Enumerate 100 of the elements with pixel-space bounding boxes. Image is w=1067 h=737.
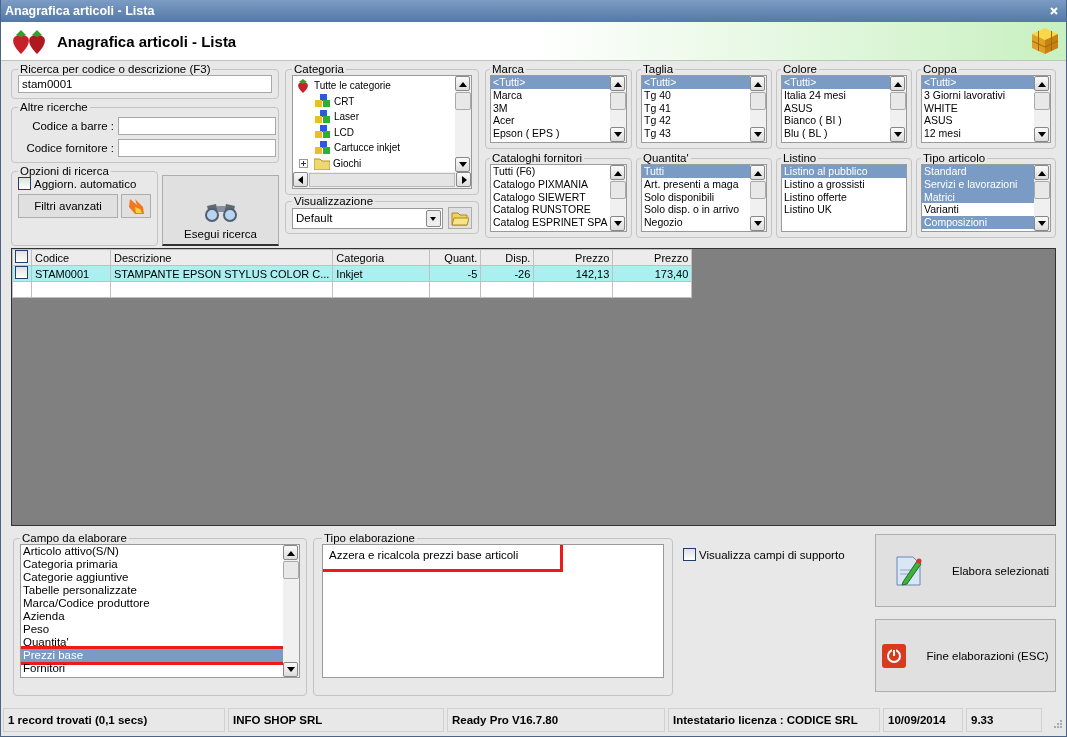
list-item[interactable]: Quantita' [21,636,283,649]
scroll-up-button[interactable] [750,76,765,91]
expand-toggle[interactable] [299,158,308,168]
scrollbar-thumb[interactable] [890,92,906,110]
scrollbar[interactable] [1034,76,1050,142]
scrollbar[interactable] [283,545,299,677]
scroll-up-button[interactable] [750,165,765,180]
column-header[interactable]: Prezzo [533,249,613,266]
list-item[interactable]: Varianti [922,203,1034,217]
list-box[interactable]: Tutti (F6) Catalogo PIXMANIA Catalogo SIEWERT Catalog RUNSTORE Catalog ESPRINET SPA [490,164,627,232]
tree-item[interactable]: Giochi [333,157,362,169]
scrollbar[interactable] [750,165,766,231]
list-item[interactable]: Art. presenti a maga [642,177,750,191]
list-item[interactable]: Tg 41 [642,101,750,115]
list-item[interactable]: Catalogo PIXMANIA [491,177,610,191]
list-box[interactable]: <Tutti> 3 Giorni lavorativi WHITE ASUS 12 mesi [921,75,1051,143]
scroll-down-button[interactable] [750,216,765,231]
list-box[interactable]: <Tutti> Marca 3M Acer Epson ( EPS ) [490,75,627,143]
list-item[interactable]: 3M [491,101,610,115]
scroll-down-button[interactable] [750,127,765,142]
scroll-down-button[interactable] [455,157,470,172]
view-dropdown[interactable]: Default [292,207,443,229]
search-button[interactable]: Esegui ricerca [162,175,279,246]
list-box[interactable]: Articolo attivo(S/N) Categoria primaria Categorie aggiuntive Tabelle personalizzate Marca/Codice produttore Azienda Peso Quantita' Prezzi base Fornitori [20,544,300,678]
list-item[interactable]: Epson ( EPS ) [491,127,610,140]
tree-item[interactable]: Tutte le categorie [314,80,391,92]
tree-item[interactable]: LCD [334,126,354,138]
scroll-up-button[interactable] [610,76,625,91]
list-item[interactable]: Catalog RUNSTORE [491,203,610,217]
list-item[interactable]: Listino UK [782,203,906,217]
exit-button[interactable]: Fine elaborazioni (ESC) [875,619,1056,692]
list-item[interactable]: Azienda [21,610,283,623]
scrollbar-thumb[interactable] [455,92,471,110]
list-item[interactable]: 3 Giorni lavorativi [922,88,1034,102]
scroll-up-button[interactable] [890,76,905,91]
scrollbar[interactable] [1034,165,1050,231]
scrollbar-thumb[interactable] [750,181,766,199]
list-item[interactable]: Italia 24 mesi [782,88,890,102]
scroll-up-button[interactable] [1034,165,1049,180]
list-item[interactable]: ASUS [922,114,1034,128]
list-item[interactable]: Solo disponibili [642,190,750,204]
scroll-down-button[interactable] [1034,216,1049,231]
column-header[interactable]: Categoria [332,249,430,266]
column-header[interactable]: Disp. [480,249,534,266]
list-item[interactable]: Blu ( BL ) [782,127,890,140]
list-item[interactable]: Tabelle personalizzate [21,584,283,597]
list-item[interactable]: 12 mesi [922,127,1034,140]
column-header[interactable]: Descrizione [110,249,333,266]
tree-item[interactable]: Laser [334,111,359,123]
list-box[interactable]: <Tutti> Italia 24 mesi ASUS Bianco ( BI ) Blu ( BL ) [781,75,907,143]
list-box[interactable]: Azzera e ricalcola prezzi base articoli [322,544,664,678]
tree-item[interactable]: Cartucce inkjet [334,142,401,154]
scrollbar[interactable] [890,76,906,142]
list-item[interactable]: Catalog ESPRINET SPA [491,216,610,229]
list-item[interactable]: Acer [491,114,610,128]
list-item[interactable]: Categoria primaria [21,558,283,571]
scrollbar[interactable] [455,76,471,172]
scrollbar[interactable] [610,165,626,231]
list-item[interactable]: Fornitori [21,662,283,675]
list-box[interactable]: Listino al pubblico Listino a grossisti Listino offerte Listino UK [781,164,907,232]
advanced-filters-button[interactable]: Filtri avanzati [18,194,118,218]
checkbox[interactable] [683,548,696,561]
search-field[interactable]: stam0001 [18,75,272,93]
scrollbar-thumb[interactable] [309,173,455,187]
scroll-up-button[interactable] [455,76,470,91]
list-item[interactable]: Listino offerte [782,190,906,204]
scrollbar-thumb[interactable] [283,561,299,579]
scroll-down-button[interactable] [610,127,625,142]
list-item[interactable]: Categorie aggiuntive [21,571,283,584]
scroll-up-button[interactable] [283,545,298,560]
scrollbar-thumb[interactable] [610,181,626,199]
list-box[interactable]: Tutti Art. presenti a maga Solo disponibili Solo disp. o in arrivo Negozio [641,164,767,232]
list-item[interactable]: Solo disp. o in arrivo [642,203,750,217]
scrollbar-thumb[interactable] [1034,181,1050,199]
list-item[interactable]: Marca/Codice produttore [21,597,283,610]
checkbox[interactable] [15,266,28,279]
list-item[interactable]: Catalogo SIEWERT [491,190,610,204]
column-header[interactable]: Quant. [429,249,481,266]
list-item[interactable]: Marca [491,88,610,102]
scroll-left-button[interactable] [293,172,308,187]
input-field[interactable] [118,139,276,157]
scroll-up-button[interactable] [610,165,625,180]
column-header[interactable]: Codice [31,249,111,266]
scroll-down-button[interactable] [283,662,298,677]
checkbox[interactable] [18,177,31,190]
list-item[interactable]: Azzera e ricalcola prezzi base articoli [323,545,525,566]
table-row[interactable]: STAM0001 STAMPANTE EPSON STYLUS COLOR C... Inkjet -5 -26 142,13 173,40 [12,265,692,282]
list-box[interactable]: Standard Servizi e lavorazioni Matrici Varianti Composizioni [921,164,1051,232]
list-item[interactable]: Articolo attivo(S/N) [21,545,283,558]
column-header[interactable]: Prezzo [612,249,692,266]
scrollbar[interactable] [750,76,766,142]
scroll-right-button[interactable] [456,172,471,187]
list-item[interactable]: Bianco ( BI ) [782,114,890,128]
category-tree[interactable]: Tutte le categorie CRT Laser LCD Cartucce inkjet Giochi [292,75,472,189]
input-field[interactable] [118,117,276,135]
tree-item[interactable]: CRT [334,95,355,107]
list-item[interactable]: ASUS [782,101,890,115]
scroll-down-button[interactable] [890,127,905,142]
list-item[interactable]: Negozio [642,216,750,229]
list-item[interactable]: WHITE [922,101,1034,115]
